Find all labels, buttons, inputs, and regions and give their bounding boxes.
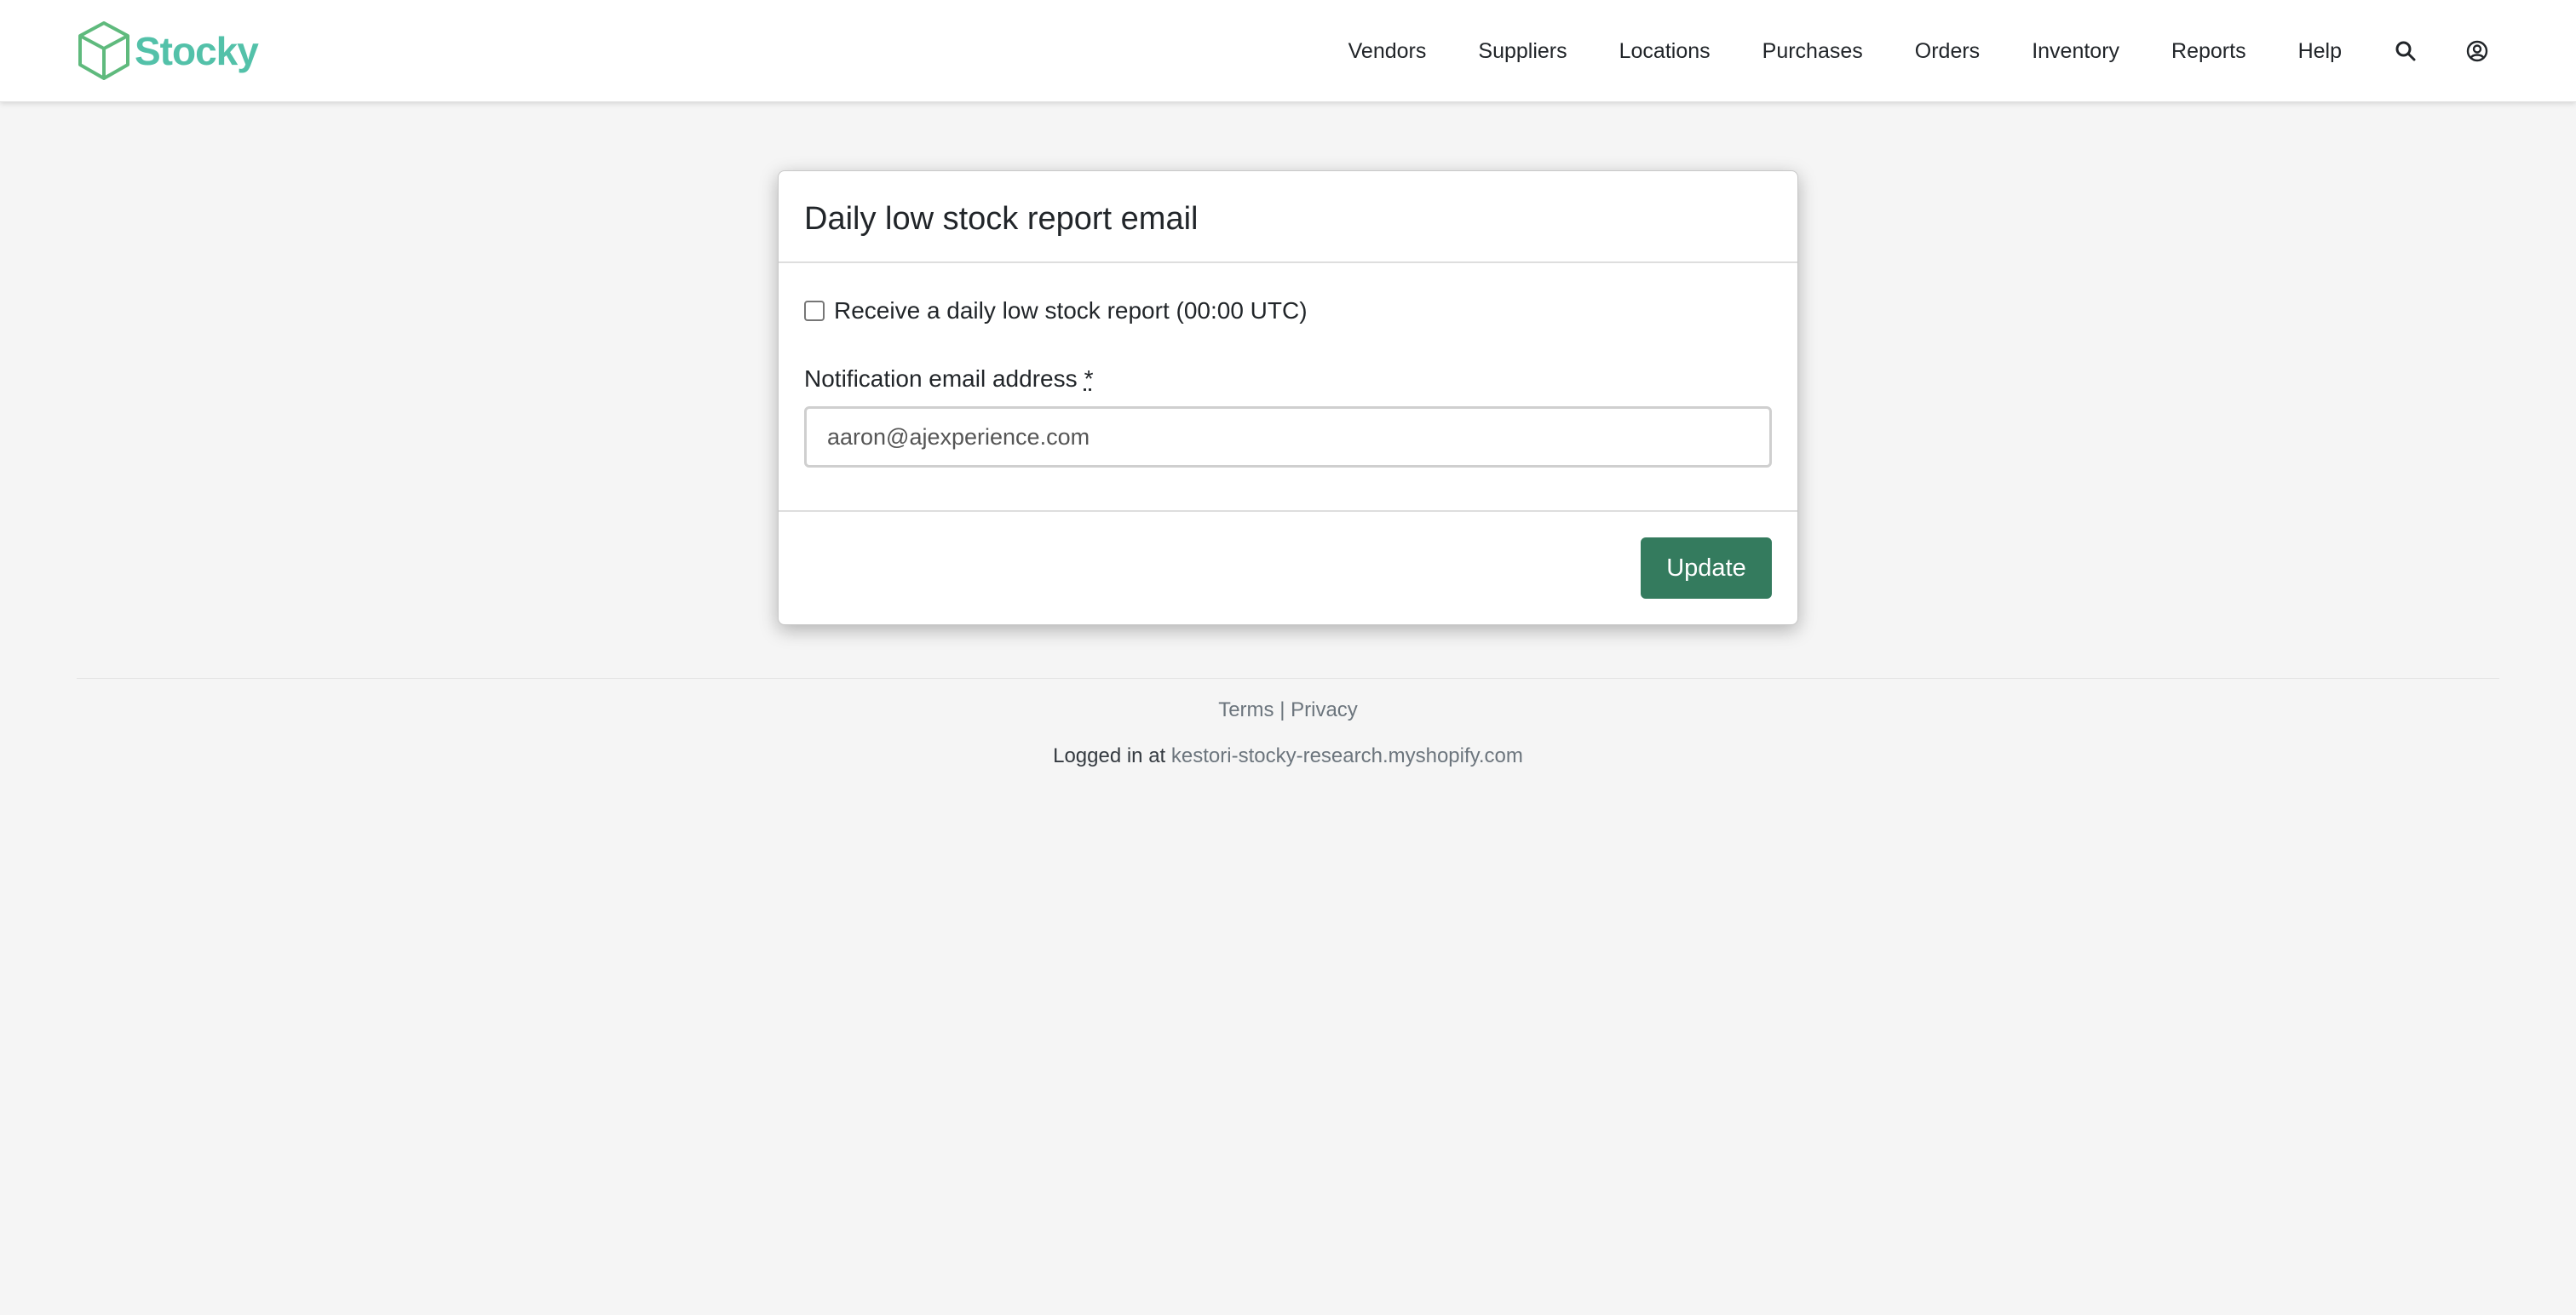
- brand-name: Stocky: [135, 29, 259, 73]
- notification-email-field[interactable]: [804, 406, 1772, 468]
- footer-links: Terms | Privacy: [0, 698, 2576, 722]
- email-field-label: Notification email address *: [804, 362, 1772, 396]
- daily-report-checkbox-row[interactable]: Receive a daily low stock report (00:00 …: [804, 294, 1772, 328]
- card-footer: Update: [779, 512, 1797, 624]
- brand-logo-link[interactable]: Stocky: [77, 20, 259, 82]
- nav-item-vendors[interactable]: Vendors: [1348, 39, 1427, 64]
- user-account-icon: [2466, 40, 2488, 62]
- card-header: Daily low stock report email: [779, 171, 1797, 263]
- nav-item-suppliers[interactable]: Suppliers: [1478, 39, 1567, 64]
- box-logo-icon: [78, 21, 129, 80]
- shop-domain-link[interactable]: kestori-stocky-research.myshopify.com: [1171, 744, 1523, 767]
- card-title: Daily low stock report email: [804, 200, 1199, 237]
- search-button[interactable]: [2394, 39, 2418, 63]
- low-stock-report-card: Daily low stock report email Receive a d…: [778, 170, 1798, 625]
- user-account-button[interactable]: [2465, 39, 2489, 63]
- nav-item-inventory[interactable]: Inventory: [2032, 39, 2119, 64]
- search-icon: [2395, 41, 2416, 61]
- main-nav: Vendors Suppliers Locations Purchases Or…: [1348, 0, 2576, 102]
- nav-item-reports[interactable]: Reports: [2171, 39, 2246, 64]
- card-body: Receive a daily low stock report (00:00 …: [779, 263, 1797, 512]
- nav-item-purchases[interactable]: Purchases: [1762, 39, 1863, 64]
- nav-item-help[interactable]: Help: [2298, 39, 2342, 64]
- daily-report-checkbox[interactable]: [804, 301, 825, 321]
- privacy-link[interactable]: Privacy: [1291, 698, 1358, 721]
- logged-in-info: Logged in at kestori-stocky-research.mys…: [0, 744, 2576, 768]
- terms-link[interactable]: Terms: [1218, 698, 1274, 721]
- logged-in-prefix: Logged in at: [1053, 744, 1166, 767]
- update-button[interactable]: Update: [1641, 537, 1772, 599]
- top-navbar: Stocky Vendors Suppliers Locations Purch…: [0, 0, 2576, 102]
- footer-separator: |: [1279, 698, 1285, 721]
- nav-item-locations[interactable]: Locations: [1619, 39, 1711, 64]
- email-label-text: Notification email address: [804, 365, 1078, 392]
- daily-report-checkbox-label: Receive a daily low stock report (00:00 …: [834, 297, 1308, 324]
- nav-item-orders[interactable]: Orders: [1915, 39, 1980, 64]
- footer-divider: [77, 678, 2499, 679]
- required-marker: *: [1084, 365, 1094, 392]
